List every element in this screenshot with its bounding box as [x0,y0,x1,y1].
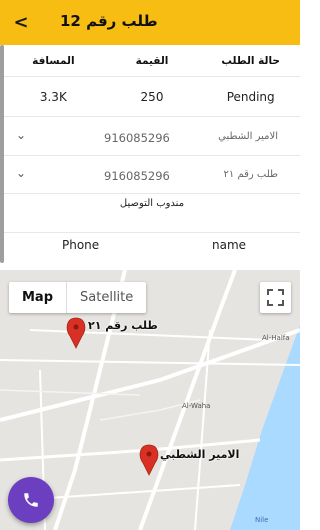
page-title: طلب رقم 12 [60,12,158,30]
order-summary-table: المسافة القيمة حالة الطلب 3.3K 250 Pendi… [4,45,300,117]
contact-phone: 916085296 [104,131,170,145]
road-label: Nile [255,516,268,524]
order-status: Pending [226,89,275,104]
chevron-down-icon[interactable]: ⌄ [16,166,26,180]
contact-expander-1[interactable]: ⌄ 916085296 الامير الشطبي [4,120,300,156]
phone-icon [24,493,38,507]
courier-table-header: Phone name [4,232,300,262]
marker-label: الامير الشطبي [160,448,240,461]
chevron-down-icon[interactable]: ⌄ [16,128,26,142]
map-type-satellite-button[interactable]: Satellite [67,282,146,313]
order-table-row: 3.3K 250 Pending [4,77,300,117]
fullscreen-icon [267,289,284,306]
phone-column-header: Phone [62,238,100,252]
name-column-header: name [212,238,247,252]
courier-section-title: مندوب التوصيل [119,198,185,209]
status-header: حالة الطلب [221,54,280,67]
map-type-map-button[interactable]: Map [9,282,68,313]
contact-phone: 916085296 [104,169,170,183]
distance-value: 3.3K [39,89,67,104]
contact-name: الامير الشطبي [218,131,278,142]
map-type-toggle: Map Satellite [9,282,147,313]
contact-expander-2[interactable]: ⌄ 916085296 طلب رقم ٢١ [4,158,300,194]
fullscreen-button[interactable] [260,282,291,313]
road-label: Al-Waha [182,402,210,410]
contact-name: طلب رقم ٢١ [223,169,278,180]
river [230,325,300,530]
road [0,328,300,422]
call-button[interactable] [8,477,54,523]
order-value: 250 [140,89,164,104]
road-label: Al-Halfa [262,334,290,342]
value-header: القيمة [135,54,169,67]
road [0,359,300,366]
back-button[interactable]: < [8,10,34,36]
order-table-header: المسافة القيمة حالة الطلب [4,45,300,77]
app-bar: < طلب رقم 12 [0,0,300,45]
chevron-left-icon: < [13,12,29,33]
app-screen: < طلب رقم 12 المسافة القيمة حالة الطلب 3… [0,0,300,530]
distance-header: المسافة [32,54,75,67]
marker-label: طلب رقم ٢١ [88,319,158,332]
map-marker-customer[interactable] [139,444,159,476]
map-marker-order[interactable] [66,317,86,349]
